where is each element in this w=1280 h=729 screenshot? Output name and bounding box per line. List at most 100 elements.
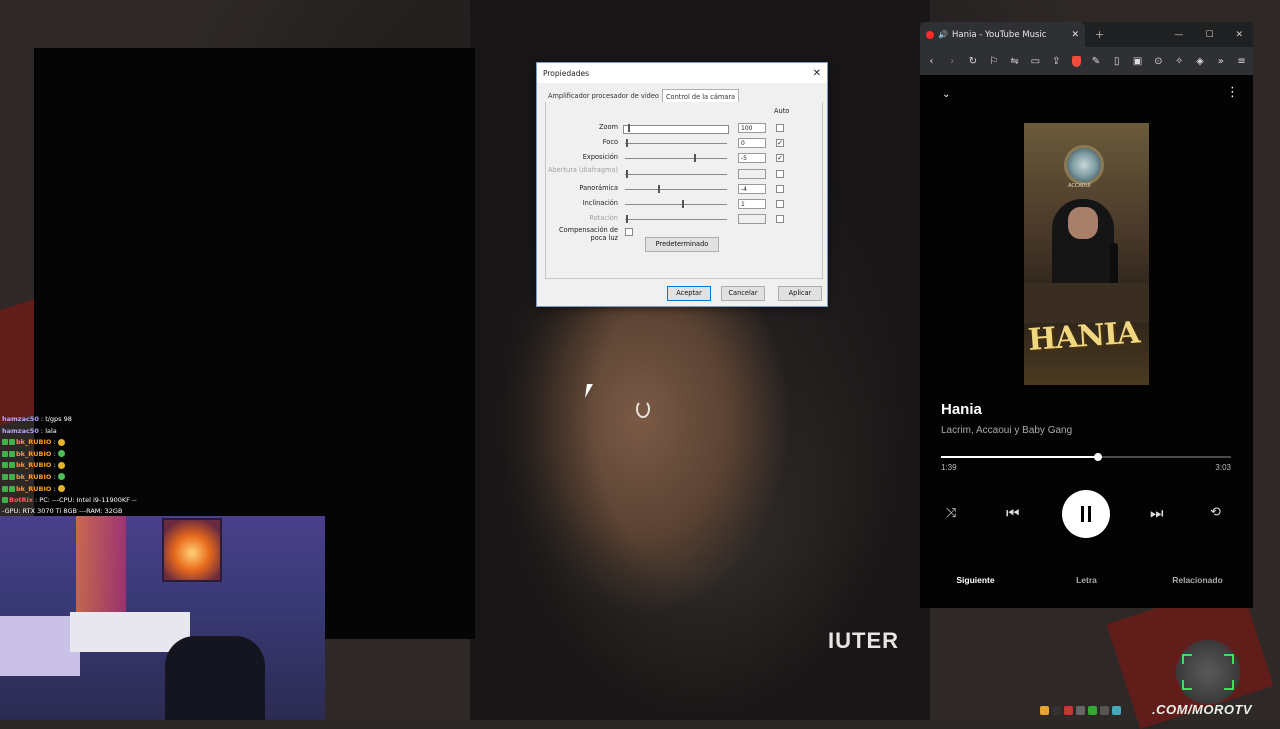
chat-username: bk_RUBIO	[16, 484, 52, 493]
tab-close-icon[interactable]: ✕	[1071, 30, 1079, 40]
tab-letra[interactable]: Letra	[1031, 575, 1142, 585]
auto-checkbox[interactable]	[776, 200, 784, 208]
control-value[interactable]: 100	[738, 123, 766, 133]
swap-icon[interactable]: ⇋	[1009, 56, 1020, 67]
chat-emote-icon	[57, 438, 65, 446]
previous-icon[interactable]: ⏮	[1006, 504, 1020, 522]
control-value[interactable]: 1	[738, 199, 766, 209]
tray-icon[interactable]	[1064, 705, 1073, 715]
chat-emote-icon	[57, 461, 65, 469]
progress-fill	[941, 456, 1098, 458]
speaker-icon[interactable]: 🔊	[938, 30, 948, 39]
slider-thumb[interactable]	[626, 139, 628, 147]
control-label: Rotación	[589, 214, 618, 222]
control-value[interactable]: 0	[738, 138, 766, 148]
repeat-icon[interactable]: ⟲	[1210, 505, 1221, 520]
slider-thumb[interactable]	[682, 200, 684, 208]
forward-icon[interactable]: ›	[947, 56, 958, 67]
dialog-close-icon[interactable]: ✕	[813, 68, 821, 79]
auto-checkbox[interactable]: ✓	[776, 154, 784, 162]
brave-shield-icon[interactable]	[1071, 55, 1081, 67]
player-tabs: Siguiente Letra Relacionado	[920, 575, 1253, 585]
control-row: Zoom 100	[545, 123, 821, 135]
chat-username: bk_RUBIO	[16, 461, 52, 470]
chat-text: lala	[45, 426, 57, 435]
auto-checkbox[interactable]	[776, 185, 784, 193]
tray-icon[interactable]	[1112, 705, 1121, 715]
control-slider[interactable]	[625, 143, 727, 144]
chat-message: bk_RUBIO :	[2, 460, 137, 472]
control-slider[interactable]	[623, 125, 729, 134]
share-icon[interactable]: ⇪	[1051, 56, 1062, 67]
progress-knob[interactable]	[1093, 453, 1102, 461]
maximize-icon[interactable]: ☐	[1205, 30, 1213, 40]
slider-thumb[interactable]	[628, 124, 630, 132]
minimize-icon[interactable]: —	[1174, 30, 1183, 40]
window-close-icon[interactable]: ✕	[1235, 30, 1243, 40]
next-icon[interactable]: ⏭	[1150, 504, 1164, 522]
chat-message: bk_RUBIO :	[2, 449, 137, 461]
chat-username: hamzac50	[2, 415, 39, 423]
youtube-music-favicon-icon	[926, 30, 934, 39]
sidebar-icon[interactable]: ▯	[1111, 56, 1122, 67]
frame-corner	[1224, 654, 1234, 664]
current-time: 1:39	[941, 463, 957, 472]
default-button[interactable]: Predeterminado	[645, 237, 719, 252]
vpn-icon[interactable]: ⊙	[1153, 56, 1164, 67]
tray-icon[interactable]	[1088, 705, 1097, 715]
cover-bottle	[1110, 243, 1118, 283]
reload-icon[interactable]: ↻	[968, 56, 979, 67]
chat-badge-icon	[9, 473, 15, 480]
slider-thumb[interactable]	[694, 154, 696, 162]
privacy-icon[interactable]: ◈	[1195, 56, 1206, 67]
cast-icon[interactable]: ▭	[1030, 56, 1041, 67]
tab-relacionado[interactable]: Relacionado	[1142, 575, 1253, 585]
ok-button[interactable]: Aceptar	[667, 286, 711, 301]
apply-button[interactable]: Aplicar	[778, 286, 822, 301]
menu-icon[interactable]: ≡	[1236, 56, 1247, 67]
chat-badge-icon	[2, 439, 8, 446]
pause-icon	[1081, 506, 1084, 522]
slider-thumb[interactable]	[658, 185, 660, 193]
new-tab-icon[interactable]: +	[1095, 28, 1104, 41]
progress-bar[interactable]	[941, 453, 1231, 461]
tray-icon[interactable]	[1052, 705, 1061, 715]
wallet-icon[interactable]: ▣	[1132, 56, 1143, 67]
browser-tab[interactable]: 🔊 Hania - YouTube Music ✕	[920, 22, 1085, 47]
cover-face	[1068, 207, 1098, 239]
more-options-icon[interactable]: ⋮	[1226, 85, 1239, 100]
low-light-checkbox[interactable]	[625, 228, 633, 236]
more-extensions-icon[interactable]: »	[1215, 56, 1226, 67]
chat-badge-icon	[2, 473, 8, 480]
control-slider[interactable]	[625, 158, 727, 159]
tray-icon[interactable]	[1076, 705, 1085, 715]
cancel-button[interactable]: Cancelar	[721, 286, 765, 301]
chevron-down-icon[interactable]: ⌄	[942, 89, 950, 100]
tray-icon[interactable]	[1040, 705, 1049, 715]
control-slider	[625, 219, 727, 220]
back-icon[interactable]: ‹	[926, 56, 937, 67]
pause-button[interactable]	[1062, 490, 1110, 538]
control-row: Rotación	[545, 214, 821, 226]
chat-username: hamzac50	[2, 426, 39, 435]
dialog-titlebar: Propiedades ✕	[537, 63, 827, 83]
auto-checkbox[interactable]: ✓	[776, 139, 784, 147]
bookmark-icon[interactable]: ⚐	[988, 56, 999, 67]
chat-message: hamzac50 : t/gps 98	[2, 415, 72, 423]
control-value[interactable]: -4	[738, 184, 766, 194]
control-value[interactable]: -5	[738, 153, 766, 163]
tray-icon[interactable]	[1100, 705, 1109, 715]
shuffle-icon[interactable]: ⤨	[946, 506, 956, 521]
extension-icon[interactable]: ✎	[1091, 56, 1102, 67]
song-artists[interactable]: Lacrim, Accaoui y Baby Gang	[941, 425, 1072, 436]
control-slider[interactable]	[625, 189, 727, 190]
control-slider[interactable]	[625, 204, 727, 205]
control-slider	[625, 174, 727, 175]
chat-emote-icon	[57, 485, 65, 493]
control-label: Panorámica	[579, 184, 618, 192]
properties-dialog: Propiedades ✕ Amplificador procesador de…	[536, 62, 828, 307]
ai-icon[interactable]: ✧	[1174, 56, 1185, 67]
tab-siguiente[interactable]: Siguiente	[920, 575, 1031, 585]
chat-badge-icon	[9, 450, 15, 457]
auto-checkbox[interactable]	[776, 124, 784, 132]
